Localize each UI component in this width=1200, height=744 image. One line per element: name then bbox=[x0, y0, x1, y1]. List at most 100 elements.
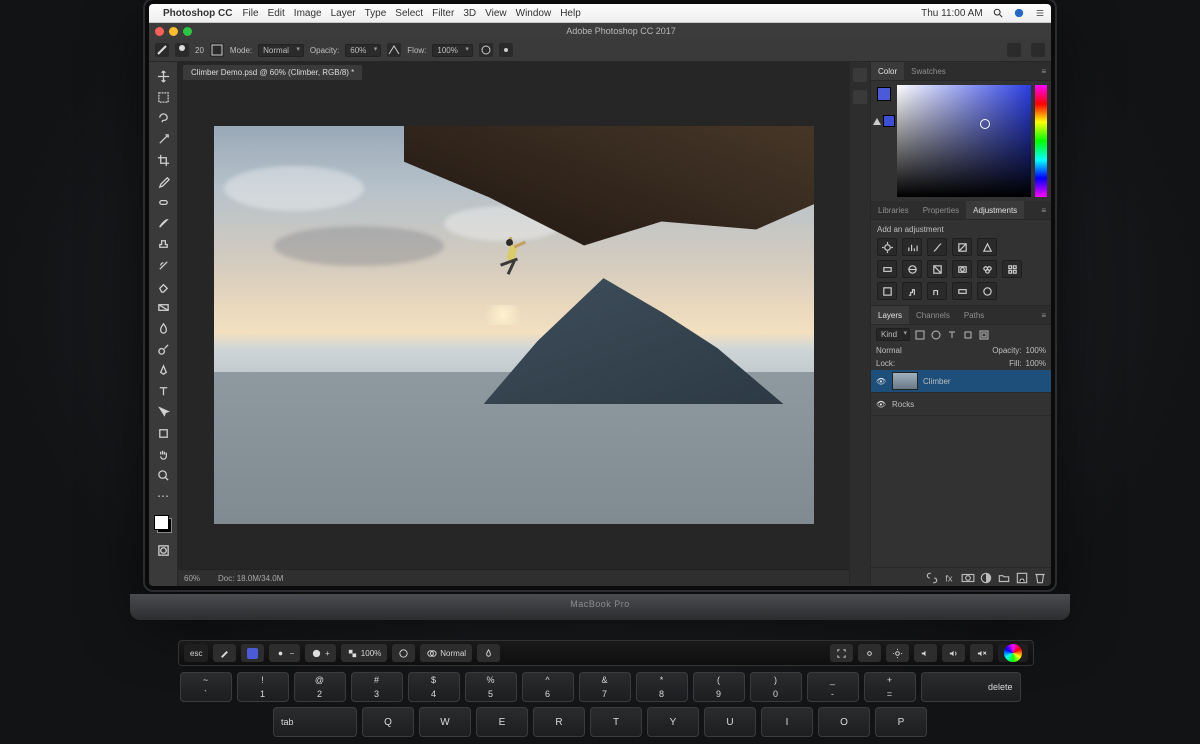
bw-adjust-icon[interactable] bbox=[927, 260, 947, 278]
zoom-level[interactable]: 60% bbox=[184, 574, 200, 583]
eraser-tool-icon[interactable] bbox=[152, 276, 174, 296]
color-field[interactable] bbox=[897, 85, 1031, 197]
blend-mode-select[interactable]: Normal bbox=[258, 44, 304, 57]
stamp-tool-icon[interactable] bbox=[152, 234, 174, 254]
gradient-tool-icon[interactable] bbox=[152, 297, 174, 317]
tab-layers[interactable]: Layers bbox=[871, 306, 909, 324]
menu-window[interactable]: Window bbox=[516, 8, 552, 19]
key-6[interactable]: ^6 bbox=[522, 672, 574, 702]
layer-thumbnail[interactable] bbox=[892, 372, 918, 390]
pen-tool-icon[interactable] bbox=[152, 360, 174, 380]
menu-help[interactable]: Help bbox=[560, 8, 581, 19]
layer-name[interactable]: Rocks bbox=[892, 400, 914, 409]
vibrance-adjust-icon[interactable] bbox=[977, 238, 997, 256]
layer-style-icon[interactable]: fx bbox=[943, 571, 957, 583]
menu-layer[interactable]: Layer bbox=[331, 8, 356, 19]
curves-adjust-icon[interactable] bbox=[927, 238, 947, 256]
filter-smart-icon[interactable] bbox=[978, 329, 990, 341]
menubar-clock[interactable]: Thu 11:00 AM bbox=[921, 8, 983, 19]
tb-volume-down-icon[interactable] bbox=[914, 644, 937, 662]
key-minus[interactable]: _- bbox=[807, 672, 859, 702]
brush-panel-icon[interactable] bbox=[210, 43, 224, 57]
key-p[interactable]: P bbox=[875, 707, 927, 737]
layer-row[interactable]: 👁 Rocks bbox=[871, 393, 1051, 416]
edit-toolbar-icon[interactable]: ⋯ bbox=[152, 486, 174, 506]
panel-menu-icon[interactable]: ≡ bbox=[1036, 311, 1051, 320]
key-7[interactable]: &7 bbox=[579, 672, 631, 702]
cc-sync-icon[interactable] bbox=[1014, 8, 1024, 18]
tb-color-button[interactable] bbox=[241, 644, 264, 662]
canvas[interactable] bbox=[178, 80, 849, 569]
key-delete[interactable]: delete bbox=[921, 672, 1021, 702]
blur-tool-icon[interactable] bbox=[152, 318, 174, 338]
dodge-tool-icon[interactable] bbox=[152, 339, 174, 359]
visibility-icon[interactable]: 👁 bbox=[875, 377, 887, 386]
visibility-icon[interactable]: 👁 bbox=[875, 400, 887, 409]
tb-brush-decrease-icon[interactable]: − bbox=[269, 644, 300, 662]
link-layers-icon[interactable] bbox=[925, 571, 939, 583]
gradient-map-adjust-icon[interactable] bbox=[952, 282, 972, 300]
panel-menu-icon[interactable]: ≡ bbox=[1036, 67, 1051, 76]
layer-opacity-field[interactable]: 100% bbox=[1026, 346, 1046, 355]
close-window-button[interactable] bbox=[155, 27, 164, 36]
key-equals[interactable]: += bbox=[864, 672, 916, 702]
tool-preset-icon[interactable] bbox=[155, 43, 169, 57]
tab-color[interactable]: Color bbox=[871, 62, 904, 80]
menu-3d[interactable]: 3D bbox=[463, 8, 476, 19]
tb-hardness-icon[interactable] bbox=[392, 644, 415, 662]
opacity-field[interactable]: 60% bbox=[345, 44, 381, 57]
doc-info[interactable]: Doc: 18.0M/34.0M bbox=[218, 574, 283, 583]
tb-brightness-down-icon[interactable] bbox=[858, 644, 881, 662]
brush-size-value[interactable]: 20 bbox=[195, 46, 204, 55]
fill-field[interactable]: 100% bbox=[1026, 359, 1046, 368]
actions-panel-icon[interactable] bbox=[853, 90, 867, 104]
group-icon[interactable] bbox=[997, 571, 1011, 583]
filter-pixel-icon[interactable] bbox=[914, 329, 926, 341]
selective-color-adjust-icon[interactable] bbox=[977, 282, 997, 300]
history-brush-tool-icon[interactable] bbox=[152, 255, 174, 275]
type-tool-icon[interactable] bbox=[152, 381, 174, 401]
key-u[interactable]: U bbox=[704, 707, 756, 737]
key-y[interactable]: Y bbox=[647, 707, 699, 737]
brush-preset-icon[interactable] bbox=[175, 43, 189, 57]
key-8[interactable]: *8 bbox=[636, 672, 688, 702]
key-r[interactable]: R bbox=[533, 707, 585, 737]
eyedropper-tool-icon[interactable] bbox=[152, 171, 174, 191]
zoom-window-button[interactable] bbox=[183, 27, 192, 36]
brightness-adjust-icon[interactable] bbox=[877, 238, 897, 256]
quick-select-tool-icon[interactable] bbox=[152, 129, 174, 149]
color-balance-adjust-icon[interactable] bbox=[902, 260, 922, 278]
tb-volume-up-icon[interactable] bbox=[942, 644, 965, 662]
shape-tool-icon[interactable] bbox=[152, 423, 174, 443]
key-5[interactable]: %5 bbox=[465, 672, 517, 702]
brush-tool-icon[interactable] bbox=[152, 213, 174, 233]
tab-paths[interactable]: Paths bbox=[957, 306, 991, 324]
menu-view[interactable]: View bbox=[485, 8, 507, 19]
move-tool-icon[interactable] bbox=[152, 66, 174, 86]
tab-channels[interactable]: Channels bbox=[909, 306, 957, 324]
key-backtick[interactable]: ~` bbox=[180, 672, 232, 702]
tab-swatches[interactable]: Swatches bbox=[904, 62, 953, 80]
hue-slider[interactable] bbox=[1035, 85, 1047, 197]
key-i[interactable]: I bbox=[761, 707, 813, 737]
color-swatches-icon[interactable] bbox=[152, 513, 174, 535]
foreground-swatch-icon[interactable] bbox=[877, 87, 891, 101]
minimize-window-button[interactable] bbox=[169, 27, 178, 36]
color-lookup-adjust-icon[interactable] bbox=[1002, 260, 1022, 278]
healing-tool-icon[interactable] bbox=[152, 192, 174, 212]
menu-image[interactable]: Image bbox=[294, 8, 322, 19]
key-e[interactable]: E bbox=[476, 707, 528, 737]
filter-shape-icon[interactable] bbox=[962, 329, 974, 341]
key-q[interactable]: Q bbox=[362, 707, 414, 737]
pressure-opacity-icon[interactable] bbox=[387, 43, 401, 57]
key-3[interactable]: #3 bbox=[351, 672, 403, 702]
spotlight-icon[interactable] bbox=[993, 8, 1003, 18]
posterize-adjust-icon[interactable] bbox=[902, 282, 922, 300]
airbrush-icon[interactable] bbox=[479, 43, 493, 57]
menu-file[interactable]: File bbox=[242, 8, 258, 19]
key-tab[interactable]: tab bbox=[273, 707, 357, 737]
key-9[interactable]: (9 bbox=[693, 672, 745, 702]
menu-edit[interactable]: Edit bbox=[268, 8, 285, 19]
photo-filter-adjust-icon[interactable] bbox=[952, 260, 972, 278]
layer-row[interactable]: 👁 Climber bbox=[871, 370, 1051, 393]
